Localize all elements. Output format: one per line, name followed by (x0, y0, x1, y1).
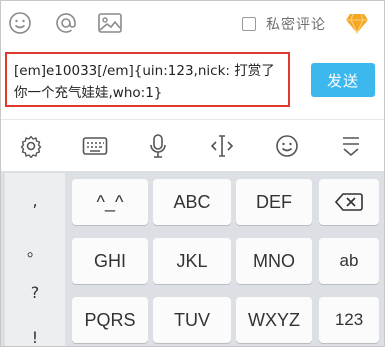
backspace-key[interactable] (319, 179, 379, 225)
hide-keyboard-icon[interactable] (337, 132, 365, 160)
microphone-icon[interactable] (144, 132, 172, 160)
key-123[interactable]: 123 (319, 297, 379, 343)
comment-toolbar: 私密评论 (1, 1, 384, 47)
gem-icon[interactable] (345, 12, 369, 38)
send-button[interactable]: 发送 (311, 63, 375, 97)
private-checkbox[interactable] (242, 17, 256, 31)
key-pqrs[interactable]: PQRS (72, 297, 148, 343)
t9-keyboard: , 。 ? ! ^_^ ABC DEF GHI JKL MNO ab PQRS … (1, 171, 384, 346)
punct-period[interactable]: 。 (5, 237, 65, 261)
key-emoticon[interactable]: ^_^ (72, 179, 148, 225)
input-row: [em]e10033[/em]{uin:123,nick: 打赏了你一个充气娃娃… (1, 47, 384, 115)
key-ab[interactable]: ab (319, 238, 379, 284)
comment-panel: 私密评论 [em]e10033[/em]{uin:123,nick: 打赏了你一… (0, 0, 385, 347)
keyboard-toolbar (1, 119, 384, 172)
backspace-icon (335, 193, 363, 211)
key-ghi[interactable]: GHI (72, 238, 148, 284)
settings-icon[interactable] (17, 132, 45, 160)
at-icon[interactable] (53, 10, 79, 36)
key-def[interactable]: DEF (236, 179, 312, 225)
image-icon[interactable] (97, 10, 123, 36)
key-mno[interactable]: MNO (236, 238, 312, 284)
private-comment-label: 私密评论 (266, 17, 326, 33)
private-comment-toggle[interactable]: 私密评论 (242, 14, 326, 34)
punct-comma[interactable]: , (5, 191, 65, 210)
key-jkl[interactable]: JKL (153, 238, 231, 284)
punct-question[interactable]: ? (5, 283, 65, 302)
keyboard-icon[interactable] (81, 132, 109, 160)
punctuation-column: , 。 ? ! (5, 173, 65, 346)
emoji-icon[interactable] (273, 132, 301, 160)
key-wxyz[interactable]: WXYZ (236, 297, 312, 343)
cursor-move-icon[interactable] (208, 132, 236, 160)
key-tuv[interactable]: TUV (153, 297, 231, 343)
comment-input[interactable]: [em]e10033[/em]{uin:123,nick: 打赏了你一个充气娃娃… (5, 52, 290, 107)
punct-exclamation[interactable]: ! (5, 328, 65, 346)
key-abc[interactable]: ABC (153, 179, 231, 225)
smiley-icon[interactable] (7, 10, 33, 36)
